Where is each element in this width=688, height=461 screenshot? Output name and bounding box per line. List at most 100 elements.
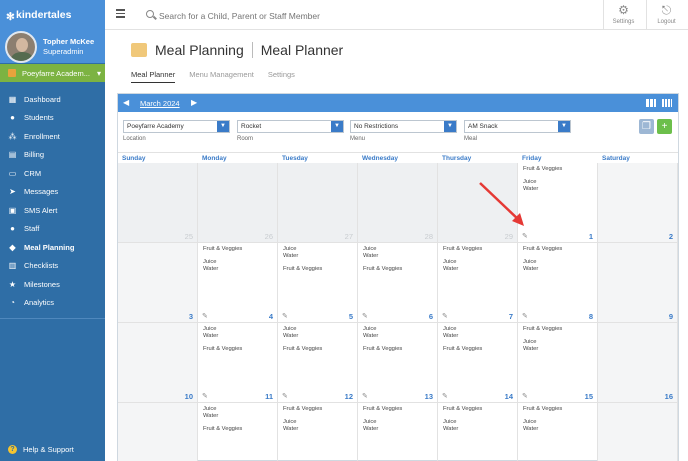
sidebar-item-dashboard[interactable]: ▦ Dashboard	[0, 90, 105, 109]
calendar-day[interactable]: Juice Water Fruit & Veggies ✎ 6	[358, 243, 438, 323]
pencil-icon[interactable]: ✎	[202, 393, 208, 400]
meal-item: Fruit & Veggies	[283, 406, 323, 412]
pencil-icon[interactable]: ✎	[282, 393, 288, 400]
calendar-day[interactable]: 10	[118, 323, 198, 403]
day-number: 2	[668, 232, 673, 241]
meal-item: Fruit & Veggies	[523, 406, 563, 412]
user-role: Superadmin	[43, 46, 84, 56]
calendar-day[interactable]: Juice Water Fruit & Veggies ✎ 12	[278, 323, 358, 403]
checklist-icon: ▥	[8, 261, 17, 271]
calendar-day[interactable]: Fruit & Veggies Juice Water ✎ 7	[438, 243, 518, 323]
calendar-day[interactable]: Fruit & Veggies Juice Water ✎ 4	[198, 243, 278, 323]
day-number: 1	[588, 232, 593, 241]
menu-icon[interactable]	[116, 9, 125, 18]
pencil-icon[interactable]: ✎	[282, 313, 288, 320]
filter-label: Room	[237, 136, 254, 142]
calendar-day[interactable]	[118, 403, 198, 461]
calendar-day[interactable]: 27	[278, 163, 358, 243]
pencil-icon[interactable]: ✎	[202, 313, 208, 320]
search-input[interactable]	[159, 9, 519, 23]
calendar-day[interactable]: Fruit & Veggies Juice Water	[518, 403, 598, 461]
calendar-day[interactable]: Juice Water Fruit & Veggies ✎ 11	[198, 323, 278, 403]
sidebar-item-sms-alert[interactable]: ▣ SMS Alert	[0, 201, 105, 220]
help-icon: ?	[8, 445, 17, 454]
chevron-down-icon: ▼	[331, 121, 343, 132]
chevron-down-icon: ▼	[558, 121, 570, 132]
calendar-day[interactable]: Juice Water Fruit & Veggies ✎ 13	[358, 323, 438, 403]
pencil-icon[interactable]: ✎	[362, 313, 368, 320]
settings-button[interactable]: ⚙ Settings	[603, 0, 643, 30]
pencil-icon[interactable]: ✎	[442, 313, 448, 320]
pencil-icon[interactable]: ✎	[442, 393, 448, 400]
filter-room-select[interactable]: Rocket ▼	[237, 120, 344, 133]
tab-meal-planner[interactable]: Meal Planner	[131, 70, 176, 83]
calendar-day[interactable]: 29	[438, 163, 518, 243]
day-number: 13	[424, 392, 433, 401]
calendar-day[interactable]: 16	[598, 323, 678, 403]
add-button[interactable]: +	[657, 119, 672, 134]
meal-item: Fruit & Veggies	[523, 166, 563, 172]
pencil-icon[interactable]: ✎	[522, 393, 528, 400]
calendar-day[interactable]: 3	[118, 243, 198, 323]
calendar-day[interactable]: 9	[598, 243, 678, 323]
grid-view-icon[interactable]	[646, 99, 656, 107]
school-selector[interactable]: Poeyfarre Academ... ▾	[0, 64, 105, 82]
sidebar-item-crm[interactable]: ▭ CRM	[0, 164, 105, 183]
filter-menu-select[interactable]: No Restrictions ▼	[350, 120, 457, 133]
filter-location-select[interactable]: Poeyfarre Academy ▼	[123, 120, 230, 133]
brand-logo[interactable]: ✻ kindertales	[0, 0, 105, 30]
calendar-day[interactable]: Fruit & Veggies Juice Water ✎ 1	[518, 163, 598, 243]
calendar-day[interactable]: 2	[598, 163, 678, 243]
weekday-saturday: Saturday	[602, 155, 630, 162]
sidebar-item-messages[interactable]: ➤ Messages	[0, 183, 105, 202]
list-view-icon[interactable]	[662, 99, 672, 107]
logout-button[interactable]: ⎋ Logout	[646, 0, 686, 30]
calendar-day[interactable]: 28	[358, 163, 438, 243]
sidebar-item-analytics[interactable]: ◔ Analytics	[0, 294, 105, 313]
sidebar-item-checklists[interactable]: ▥ Checklists	[0, 257, 105, 276]
logout-icon: ⎋	[661, 3, 672, 17]
calendar-day[interactable]	[598, 403, 678, 461]
meal-item: Fruit & Veggies	[203, 246, 243, 252]
meal-item: Fruit & Veggies	[283, 266, 323, 272]
calendar-day[interactable]: Juice Water Fruit & Veggies ✎ 5	[278, 243, 358, 323]
calendar-day[interactable]: Fruit & Veggies Juice Water	[438, 403, 518, 461]
sms-icon: ▣	[8, 205, 17, 215]
pencil-icon[interactable]: ✎	[522, 313, 528, 320]
help-support-link[interactable]: ? Help & Support	[8, 445, 74, 454]
user-profile[interactable]: Topher McKee Superadmin	[0, 30, 105, 63]
filter-label: Menu	[350, 136, 366, 142]
meal-item: Juice Water	[363, 246, 379, 259]
sidebar-item-students[interactable]: ● Students	[0, 109, 105, 128]
sidebar-item-meal-planning[interactable]: ◆ Meal Planning	[0, 238, 105, 257]
sidebar-item-milestones[interactable]: ★ Milestones	[0, 275, 105, 294]
calendar-day[interactable]: Fruit & Veggies Juice Water	[358, 403, 438, 461]
sidebar-item-billing[interactable]: ▤ Billing	[0, 146, 105, 165]
calendar-day[interactable]: Fruit & Veggies Juice Water ✎ 15	[518, 323, 598, 403]
pencil-icon[interactable]: ✎	[362, 393, 368, 400]
copy-button[interactable]: ❐	[639, 119, 654, 134]
calendar-day[interactable]: Juice Water Fruit & Veggies ✎ 14	[438, 323, 518, 403]
calendar-day[interactable]: 26	[198, 163, 278, 243]
meal-item: Juice Water	[283, 419, 299, 432]
calendar-day[interactable]: Juice Water Fruit & Veggies	[198, 403, 278, 461]
calendar-day[interactable]: Fruit & Veggies Juice Water	[278, 403, 358, 461]
next-month-icon[interactable]: ▶	[191, 98, 197, 107]
weekday-wednesday: Wednesday	[362, 155, 399, 162]
calendar-day[interactable]: 25	[118, 163, 198, 243]
tab-settings[interactable]: Settings	[268, 70, 295, 83]
month-label[interactable]: March 2024	[140, 99, 180, 108]
prev-month-icon[interactable]: ◀	[123, 98, 129, 107]
pencil-icon[interactable]: ✎	[522, 233, 528, 240]
meal-planning-icon	[131, 43, 147, 57]
day-number: 27	[344, 232, 353, 241]
sidebar-item-enrollment[interactable]: ⁂ Enrollment	[0, 127, 105, 146]
sidebar-item-staff[interactable]: ● Staff	[0, 220, 105, 239]
meal-item: Fruit & Veggies	[443, 346, 483, 352]
calendar-day[interactable]: Fruit & Veggies Juice Water ✎ 8	[518, 243, 598, 323]
tab-menu-management[interactable]: Menu Management	[189, 70, 254, 83]
meal-item: Fruit & Veggies	[443, 406, 483, 412]
filter-meal-select[interactable]: AM Snack ▼	[464, 120, 571, 133]
school-icon	[8, 69, 16, 77]
day-number: 7	[508, 312, 513, 321]
